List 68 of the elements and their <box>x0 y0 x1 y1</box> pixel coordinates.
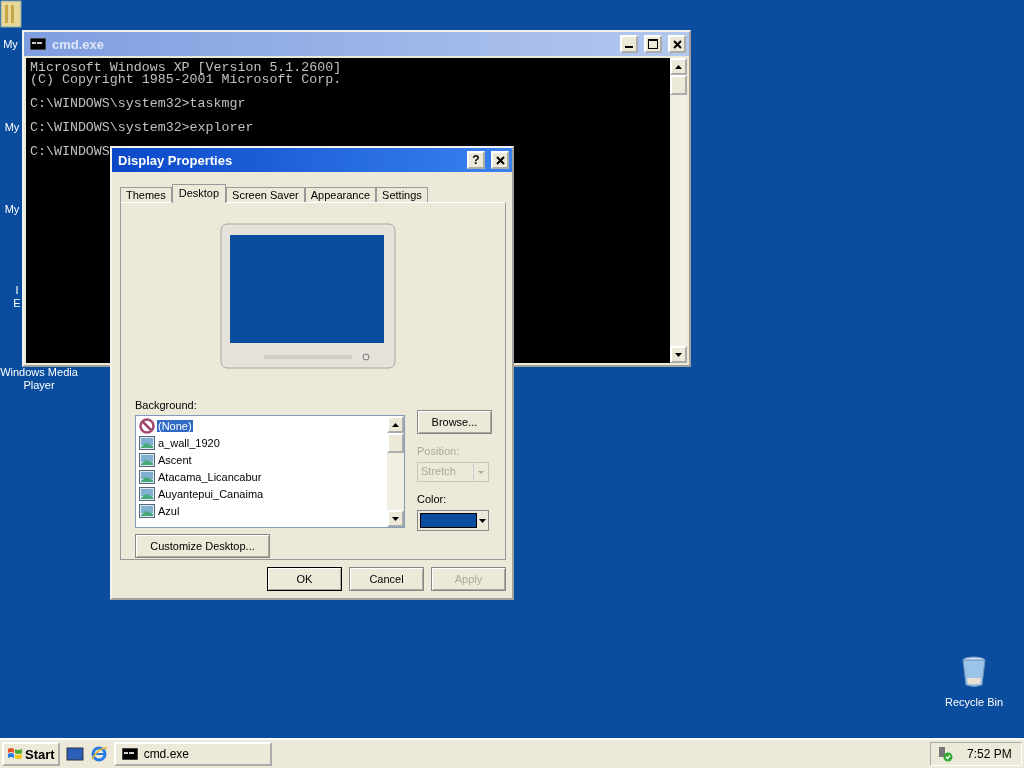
window-title: cmd.exe <box>52 36 106 52</box>
field-label: Background: <box>135 399 198 411</box>
scroll-up-icon <box>675 64 682 69</box>
icon-label: E <box>13 297 21 309</box>
close-button[interactable] <box>491 151 509 169</box>
tab[interactable]: Settings <box>376 187 428 202</box>
console-icon <box>121 748 138 760</box>
customize-button[interactable]: Customize Desktop... <box>135 534 270 558</box>
icon-label: Windows Media <box>0 366 78 378</box>
browser-icon[interactable] <box>89 745 108 763</box>
list-item[interactable]: Azul <box>157 504 181 517</box>
task-button[interactable]: cmd.exe <box>113 742 272 766</box>
close-icon <box>495 155 505 165</box>
image-icon <box>139 469 155 484</box>
clock: 7:52 PM <box>967 747 1012 761</box>
start-button[interactable]: Start <box>2 742 60 766</box>
list-item[interactable]: a_wall_1920 <box>157 436 221 449</box>
console-line: C:\WINDOWS <box>30 144 110 159</box>
list-item[interactable]: Atacama_Licancabur <box>157 470 263 483</box>
scrollbar[interactable] <box>387 416 404 527</box>
scrollbar[interactable] <box>670 58 687 363</box>
icon-label: I <box>15 284 19 296</box>
window-title: Display Properties <box>118 152 234 168</box>
prohibited-icon <box>139 417 155 434</box>
help-button[interactable]: ? <box>467 151 485 169</box>
image-icon <box>139 452 155 467</box>
minimize-button[interactable] <box>620 35 638 53</box>
desktop-icon[interactable] <box>65 745 84 763</box>
caret-icon <box>479 518 486 523</box>
background-list[interactable]: (None) a_wall_1920 Ascent Atacama_Licancabur Auyantepui_Canaima Azul <box>135 415 405 528</box>
tab[interactable]: Themes <box>120 187 172 202</box>
maximize-icon <box>648 39 658 49</box>
console-icon <box>30 38 46 50</box>
windows-flag-icon <box>7 746 23 762</box>
icon-label: My <box>4 203 20 215</box>
console-line: C:\WINDOWS\system32>explorer <box>30 120 254 135</box>
scroll-thumb[interactable] <box>387 433 404 453</box>
icon-label: My <box>3 38 18 50</box>
close-icon <box>672 39 682 49</box>
scroll-up-icon <box>392 422 399 427</box>
console-line: Microsoft Windows XP [Version 5.1.2600] <box>30 60 342 75</box>
folder-icon <box>0 0 22 28</box>
scroll-down-icon <box>675 352 682 357</box>
list-item[interactable]: Ascent <box>157 453 193 466</box>
field-label: Color: <box>417 493 448 505</box>
icon-label: Player <box>23 379 55 391</box>
icon-label: My <box>4 121 20 133</box>
list-item[interactable]: Auyantepui_Canaima <box>157 487 265 500</box>
tab[interactable]: Screen Saver <box>226 187 305 202</box>
list-item[interactable]: (None) <box>157 419 193 432</box>
image-icon <box>139 435 155 450</box>
dialog-button[interactable]: OK <box>267 567 342 591</box>
dialog-button[interactable]: Cancel <box>349 567 424 591</box>
close-button[interactable] <box>668 35 686 53</box>
tab[interactable]: Desktop <box>171 184 227 203</box>
console-line: C:\WINDOWS\system32>taskmgr <box>30 96 246 111</box>
scroll-down-icon <box>392 516 399 521</box>
browse-button[interactable]: Browse... <box>417 410 492 434</box>
image-icon <box>139 503 155 518</box>
recycle-bin-icon <box>961 656 987 688</box>
icon-label: Recycle Bin <box>944 696 1004 708</box>
field-label: Position: <box>417 445 461 457</box>
color-picker[interactable] <box>417 510 489 531</box>
scroll-thumb[interactable] <box>670 75 687 95</box>
network-icon <box>937 746 953 762</box>
tab[interactable]: Appearance <box>304 187 377 202</box>
image-icon <box>139 486 155 501</box>
maximize-button[interactable] <box>644 35 662 53</box>
